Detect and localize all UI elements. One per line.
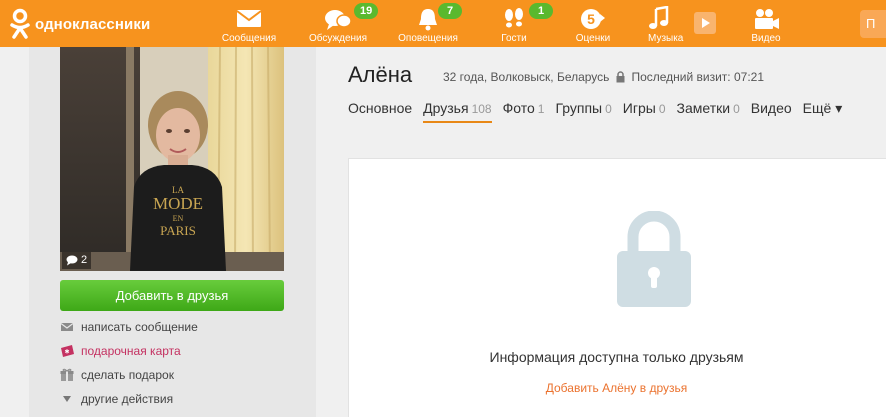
gift-card-icon: ✱	[61, 345, 74, 357]
profile-details: 32 года, Волковыск, Беларусь	[443, 70, 610, 84]
video-camera-icon	[755, 9, 779, 29]
triangle-down-icon	[63, 396, 71, 402]
tab-photos-count: 1	[537, 102, 545, 116]
tab-video[interactable]: Видео	[751, 100, 792, 123]
tab-more-label: Ещё ▾	[802, 100, 843, 116]
action-more-actions[interactable]: другие действия	[60, 391, 173, 407]
nav-discussions-label: Обсуждения	[308, 33, 368, 44]
music-note-icon	[649, 6, 669, 29]
site-name: одноклассники	[35, 15, 151, 33]
action-more-actions-label: другие действия	[81, 392, 174, 406]
ok-logo-icon	[10, 8, 30, 39]
tab-games-count: 0	[658, 102, 666, 116]
tab-main-label: Основное	[348, 100, 413, 116]
nav-video-label: Видео	[751, 33, 781, 44]
action-gift-card-label: подарочная карта	[81, 344, 181, 358]
action-make-gift[interactable]: сделать подарок	[60, 367, 174, 383]
tab-friends-label: Друзья	[423, 100, 469, 116]
profile-photo[interactable]: LA MODE EN PARIS	[60, 47, 284, 271]
tab-notes[interactable]: Заметки 0	[677, 100, 740, 123]
action-make-gift-label: сделать подарок	[81, 368, 174, 382]
search-button[interactable]: П	[860, 10, 886, 38]
tab-groups-label: Группы	[555, 100, 603, 116]
tab-groups-count: 0	[605, 102, 612, 116]
action-write-message-label: написать сообщение	[81, 320, 198, 334]
profile-meta: 32 года, Волковыск, Беларусь Последний в…	[443, 70, 764, 84]
site-logo[interactable]: одноклассники	[8, 8, 150, 40]
shirt-text-paris: PARIS	[160, 223, 196, 238]
chat-bubbles-icon	[325, 10, 352, 30]
tab-notes-label: Заметки	[676, 100, 731, 116]
envelope-icon	[236, 10, 262, 27]
nav-music-label: Музыка	[648, 33, 684, 44]
nav-guests[interactable]: 1 Гости	[489, 0, 553, 47]
tab-photos[interactable]: Фото 1	[503, 100, 545, 123]
envelope-icon	[60, 323, 74, 331]
shirt-text-mode: MODE	[153, 194, 203, 213]
top-navigation-bar: одноклассники Сообщения 19 Обсуждения 7 …	[0, 0, 886, 47]
add-friend-button[interactable]: Добавить в друзья	[60, 280, 284, 311]
tab-games[interactable]: Игры 0	[623, 100, 666, 123]
tab-main[interactable]: Основное	[348, 100, 412, 123]
footprints-icon	[505, 8, 523, 28]
photo-comments-count: 2	[81, 254, 88, 266]
tab-groups[interactable]: Группы 0	[555, 100, 611, 123]
large-lock-icon	[617, 211, 691, 307]
discussions-badge: 19	[354, 3, 379, 19]
nav-ratings-label: Оценки	[575, 33, 611, 44]
friends-access-panel: Информация доступна только друзьям Добав…	[348, 158, 886, 417]
notifications-badge: 7	[438, 3, 462, 19]
nav-guests-label: Гости	[501, 33, 527, 44]
profile-last-visit: Последний визит: 07:21	[631, 70, 764, 84]
nav-notifications-label: Оповещения	[398, 33, 458, 44]
photo-comments-counter[interactable]: 2	[62, 252, 92, 269]
nav-ratings[interactable]: 5 Оценки	[568, 0, 618, 47]
access-info-text: Информация доступна только друзьям	[489, 349, 744, 365]
add-friend-link[interactable]: Добавить Алёну в друзья	[349, 381, 884, 395]
tab-photos-label: Фото	[502, 100, 535, 116]
nav-messages-label: Сообщения	[221, 33, 277, 44]
profile-photo-image: LA MODE EN PARIS	[60, 47, 284, 271]
action-write-message[interactable]: написать сообщение	[60, 319, 198, 335]
tab-more[interactable]: Ещё ▾	[803, 100, 843, 123]
profile-sidebar: LA MODE EN PARIS 2 Добавить в друзья нап…	[29, 47, 316, 417]
rating-five-icon: 5	[581, 9, 605, 29]
shirt-text-en: EN	[173, 214, 184, 223]
action-gift-card[interactable]: ✱ подарочная карта	[60, 343, 181, 359]
nav-music[interactable]: Музыка	[642, 0, 718, 47]
tab-friends[interactable]: Друзья 108	[423, 100, 492, 123]
nav-notifications[interactable]: 7 Оповещения	[394, 0, 462, 47]
gift-box-icon	[60, 368, 74, 381]
profile-name: Алёна	[348, 62, 413, 87]
tab-games-label: Игры	[622, 100, 656, 116]
svg-text:✱: ✱	[64, 349, 69, 356]
lock-icon	[616, 71, 625, 83]
guests-badge: 1	[529, 3, 553, 19]
music-play-icon[interactable]	[694, 12, 716, 34]
tab-friends-count: 108	[471, 102, 492, 116]
tab-video-label: Видео	[750, 100, 792, 116]
comment-icon	[66, 255, 78, 266]
profile-tabs: Основное Друзья 108 Фото 1 Группы 0 Игры 0 З…	[348, 100, 853, 123]
tab-notes-count: 0	[733, 102, 740, 116]
nav-messages[interactable]: Сообщения	[219, 0, 279, 47]
nav-discussions[interactable]: 19 Обсуждения	[304, 0, 379, 47]
nav-video[interactable]: Видео	[745, 0, 787, 47]
svg-text:5: 5	[587, 11, 595, 27]
